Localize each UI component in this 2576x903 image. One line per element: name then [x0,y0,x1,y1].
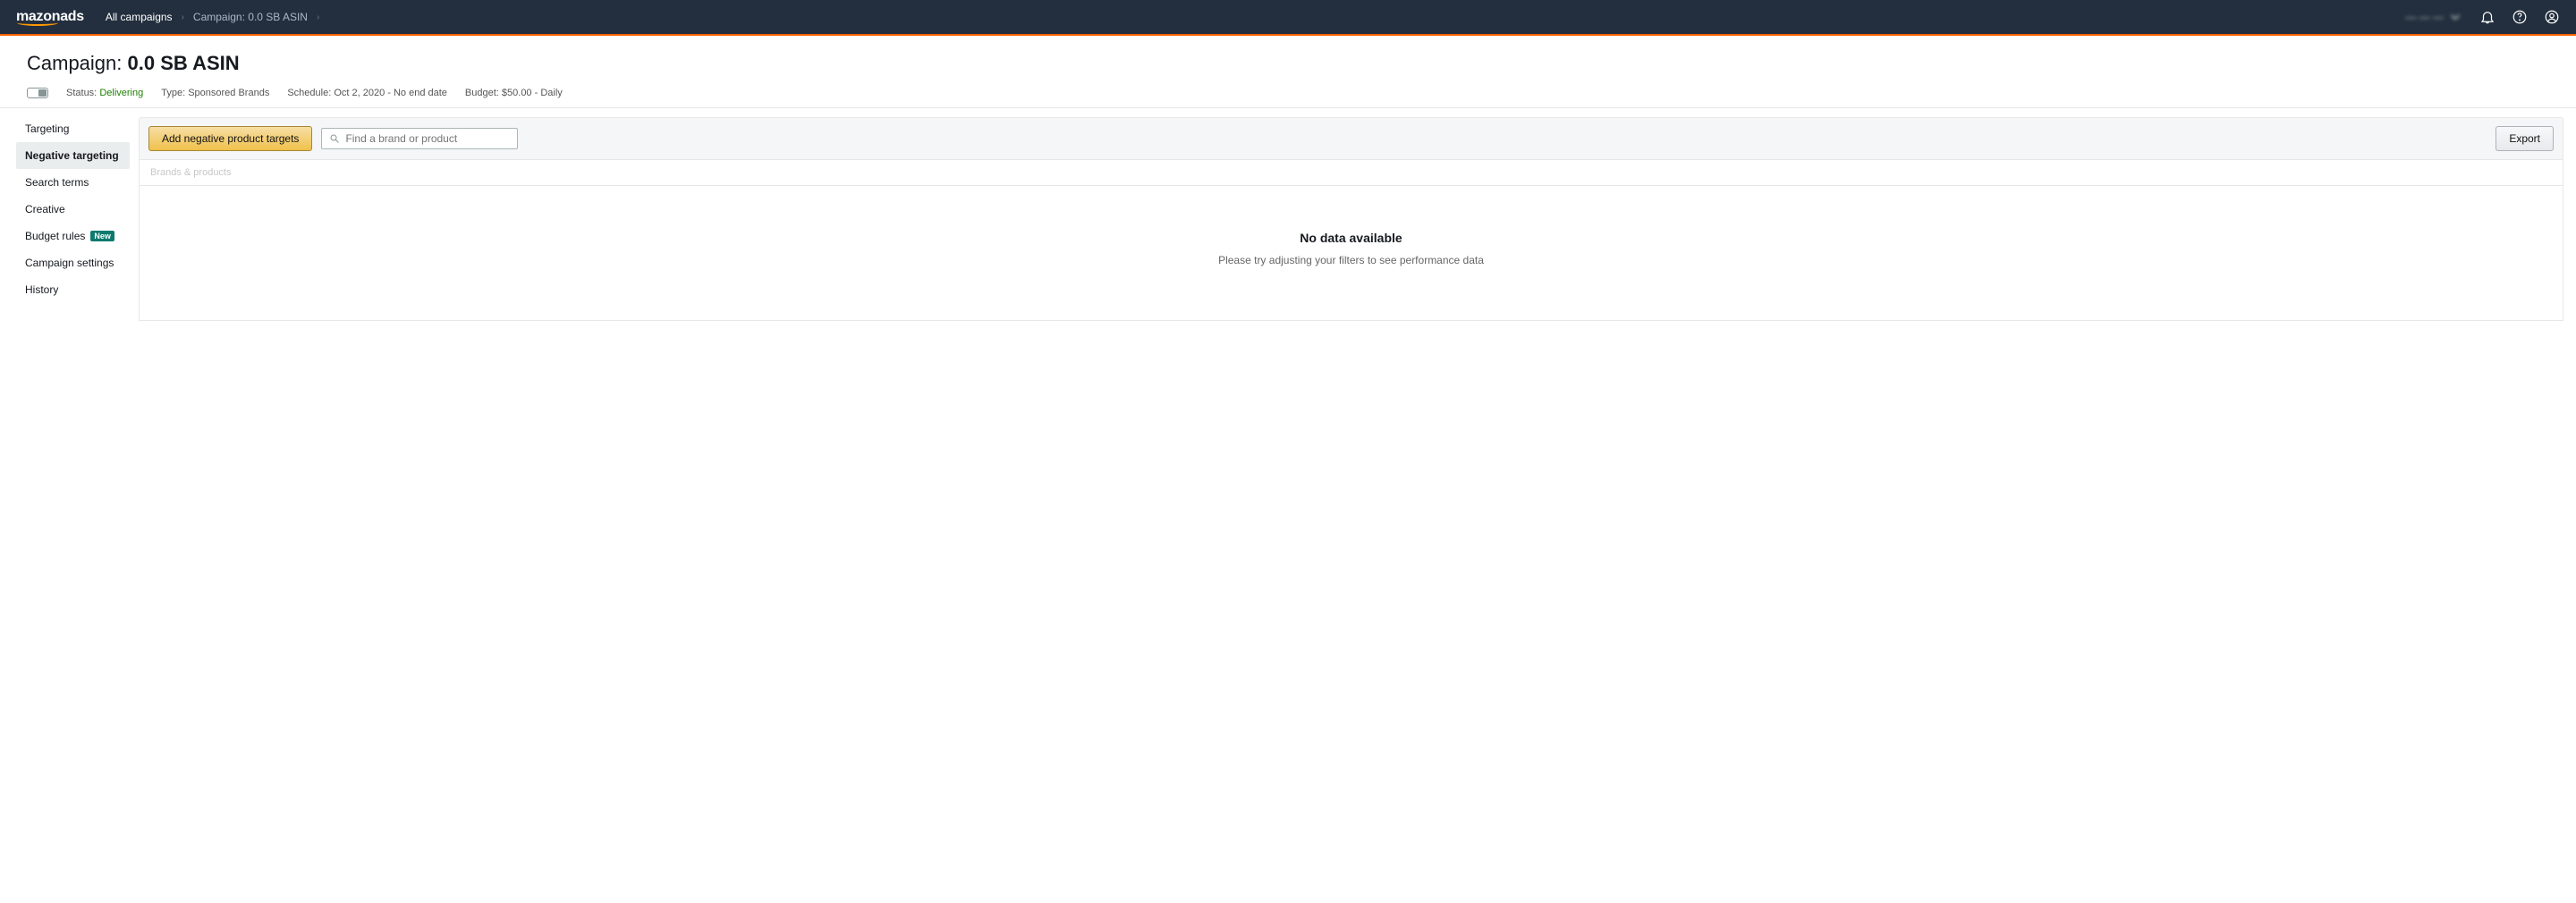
profile-icon[interactable] [2544,9,2560,25]
status-field: Status: Delivering [66,88,143,98]
page-title-name: 0.0 SB ASIN [128,52,240,74]
logo[interactable]: mazonads [16,9,84,25]
sidebar-item-label: Search terms [25,176,89,189]
logo-text-right: ads [60,9,84,25]
empty-subtitle: Please try adjusting your filters to see… [150,254,2552,266]
schedule-value: Oct 2, 2020 - No end date [334,88,447,98]
search-input[interactable] [345,132,510,145]
breadcrumb-current[interactable]: Campaign: 0.0 SB ASIN [193,11,308,23]
column-brands-products: Brands & products [150,167,232,178]
sidebar-item-history[interactable]: History [16,276,130,303]
schedule-label: Schedule: [287,88,331,98]
status-value: Delivering [99,88,143,98]
page-body: Targeting Negative targeting Search term… [0,108,2576,330]
add-negative-targets-button[interactable]: Add negative product targets [148,126,312,151]
account-label: — — — [2405,11,2444,23]
campaign-meta-row: Status: Delivering Type: Sponsored Brand… [27,88,2549,98]
table-header: Brands & products [139,160,2563,186]
type-field: Type: Sponsored Brands [161,88,269,98]
chevron-right-icon: › [317,13,319,22]
empty-state: No data available Please try adjusting y… [139,186,2563,321]
budget-label: Budget: [465,88,499,98]
sidebar-item-label: Creative [25,203,65,215]
logo-text-left: mazon [16,9,60,25]
sidebar-item-label: Campaign settings [25,257,114,269]
page-title: Campaign: 0.0 SB ASIN [27,52,2549,75]
account-switcher[interactable]: — — — [2405,9,2463,25]
breadcrumb-all-campaigns[interactable]: All campaigns [106,11,173,23]
sidebar-item-label: Targeting [25,122,69,135]
type-value: Sponsored Brands [188,88,269,98]
type-label: Type: [161,88,185,98]
budget-field: Budget: $50.00 - Daily [465,88,563,98]
sidebar-item-creative[interactable]: Creative [16,196,130,223]
status-label: Status: [66,88,97,98]
sidebar-item-search-terms[interactable]: Search terms [16,169,130,196]
sidebar-item-negative-targeting[interactable]: Negative targeting [16,142,130,169]
chevron-right-icon: › [182,13,184,22]
sidebar: Targeting Negative targeting Search term… [0,108,139,330]
schedule-field: Schedule: Oct 2, 2020 - No end date [287,88,447,98]
sidebar-item-budget-rules[interactable]: Budget rules New [16,223,130,249]
main-panel: Add negative product targets Export Bran… [139,108,2576,330]
page-title-prefix: Campaign: [27,52,128,74]
sidebar-item-campaign-settings[interactable]: Campaign settings [16,249,130,276]
top-nav: mazonads All campaigns › Campaign: 0.0 S… [0,0,2576,34]
export-button[interactable]: Export [2496,126,2554,151]
chevron-down-icon [2447,9,2463,25]
breadcrumb: All campaigns › Campaign: 0.0 SB ASIN › [106,11,319,23]
topnav-right: — — — [2405,9,2560,25]
toolbar: Add negative product targets Export [139,117,2563,160]
new-badge: New [90,231,114,241]
help-icon[interactable] [2512,9,2528,25]
empty-title: No data available [150,231,2552,245]
sidebar-item-targeting[interactable]: Targeting [16,115,130,142]
search-icon [329,133,340,144]
search-wrapper [321,128,518,149]
budget-value: $50.00 - Daily [502,88,563,98]
status-toggle[interactable] [27,88,48,98]
sidebar-item-label: Negative targeting [25,149,119,162]
bell-icon[interactable] [2479,9,2496,25]
page-header: Campaign: 0.0 SB ASIN Status: Delivering… [0,36,2576,108]
sidebar-item-label: Budget rules [25,230,85,242]
sidebar-item-label: History [25,283,58,296]
